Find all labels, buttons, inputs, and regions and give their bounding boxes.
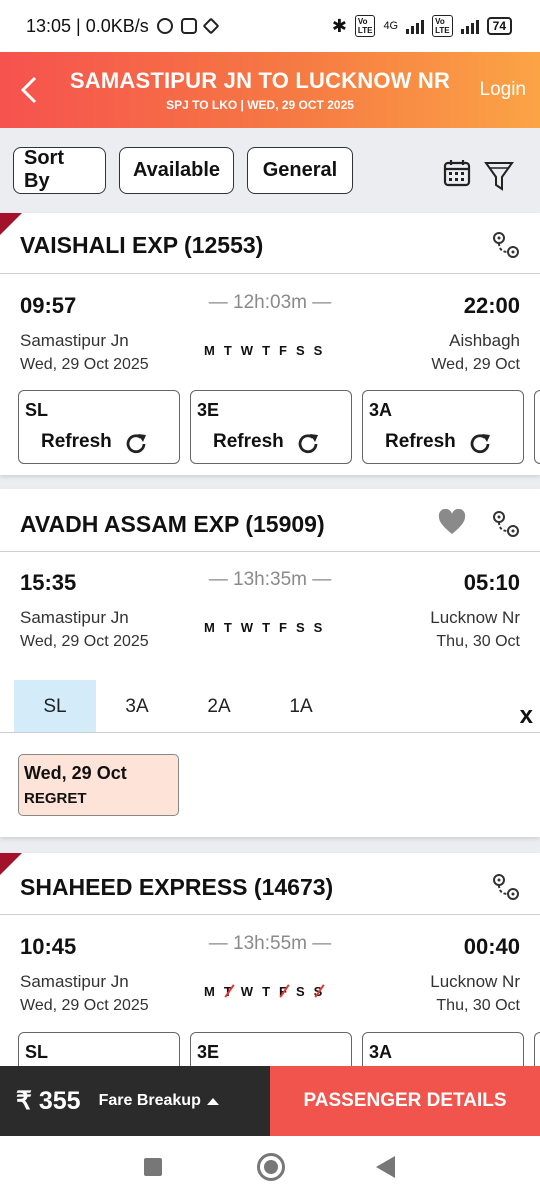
nav-back-icon[interactable] — [376, 1156, 395, 1178]
route-map-icon[interactable] — [490, 872, 520, 902]
booking-footer: ₹ 355 Fare Breakup PASSENGER DETAILS — [0, 1066, 540, 1136]
arrival-date: Thu, 30 Oct — [436, 633, 520, 650]
fare-section[interactable]: ₹ 355 Fare Breakup — [0, 1066, 270, 1136]
from-station: Samastipur Jn — [20, 331, 129, 350]
from-station: Samastipur Jn — [20, 608, 129, 627]
battery-icon: 74 — [486, 17, 512, 35]
divider — [0, 551, 540, 552]
favorite-heart-icon[interactable] — [438, 509, 466, 535]
class-box-sl[interactable]: SL Refresh — [18, 390, 180, 464]
class-box-more[interactable] — [534, 390, 540, 464]
passenger-details-button[interactable]: PASSENGER DETAILS — [270, 1066, 540, 1136]
bluetooth-icon: ✱ — [331, 15, 347, 36]
train-card-shaheed[interactable]: SHAHEED EXPRESS (14673) 10:45 — 13h:55m … — [0, 853, 540, 1106]
to-station: Lucknow Nr — [430, 608, 520, 627]
status-time: 13:05 | 0.0KB/s — [26, 15, 149, 36]
availability-status: REGRET — [24, 790, 87, 807]
corner-ribbon — [0, 853, 22, 875]
signal-icon — [406, 18, 425, 34]
tab-sl[interactable]: SL — [14, 680, 96, 733]
divider — [0, 732, 540, 733]
login-button[interactable]: Login — [480, 79, 527, 101]
volte-icon-2: Vo LTE — [432, 15, 453, 37]
train-name: SHAHEED EXPRESS (14673) — [20, 874, 334, 900]
page-subtitle: SPJ TO LKO | WED, 29 OCT 2025 — [166, 98, 354, 112]
arrival-time: 22:00 — [463, 293, 520, 318]
route-map-icon[interactable] — [490, 230, 520, 260]
home-icon[interactable] — [257, 1153, 285, 1181]
to-station: Lucknow Nr — [430, 972, 520, 991]
volte-icon: Vo LTE — [354, 15, 376, 37]
route-map-icon[interactable] — [490, 509, 520, 539]
from-station: Samastipur Jn — [20, 972, 129, 991]
running-days: MTWTFSS — [204, 984, 323, 999]
class-box-3a[interactable]: 3A Refresh — [362, 390, 524, 464]
departure-date: Wed, 29 Oct 2025 — [20, 633, 149, 650]
page-title: SAMASTIPUR JN TO LUCKNOW NR — [69, 68, 451, 93]
chat-icon — [156, 18, 173, 34]
app-header: SAMASTIPUR JN TO LUCKNOW NR SPJ TO LKO |… — [0, 52, 540, 128]
signal-icon-2 — [460, 18, 479, 34]
close-tabs-button[interactable]: x — [520, 702, 533, 730]
availability-date: Wed, 29 Oct — [24, 763, 127, 783]
recent-apps-icon[interactable] — [144, 1158, 162, 1176]
departure-date: Wed, 29 Oct 2025 — [20, 356, 149, 373]
filter-funnel-icon[interactable] — [484, 159, 514, 193]
running-days: MTWTFSS — [204, 343, 323, 358]
departure-time: 10:45 — [20, 934, 77, 959]
total-fare: ₹ 355 — [16, 1087, 81, 1115]
departure-time: 09:57 — [20, 293, 77, 318]
journey-duration: — 13h:35m — — [208, 569, 332, 590]
running-days: MTWTFSS — [204, 620, 323, 635]
train-name: AVADH ASSAM EXP (15909) — [20, 511, 325, 537]
class-box-3e[interactable]: 3E Refresh — [190, 390, 352, 464]
refresh-icon[interactable] — [467, 431, 493, 457]
journey-duration: — 12h:03m — — [208, 292, 332, 313]
available-filter[interactable]: Available — [119, 146, 234, 194]
arrival-date: Wed, 29 Oct — [431, 356, 520, 373]
general-quota-filter[interactable]: General — [247, 146, 353, 194]
tab-1a[interactable]: 1A — [260, 680, 342, 733]
sort-by-button[interactable]: Sort By — [13, 146, 106, 194]
refresh-icon[interactable] — [123, 431, 149, 457]
back-arrow-icon[interactable] — [18, 76, 40, 104]
status-bar: 13:05 | 0.0KB/s ✱ Vo LTE 4G Vo LTE 74 — [0, 0, 540, 52]
departure-time: 15:35 — [20, 570, 77, 595]
arrival-time: 00:40 — [463, 934, 520, 959]
train-card-vaishali[interactable]: VAISHALI EXP (12553) 09:57 — 12h:03m — 2… — [0, 213, 540, 475]
divider — [0, 914, 540, 915]
availability-box[interactable]: Wed, 29 Oct REGRET — [18, 754, 179, 816]
to-station: Aishbagh — [449, 331, 520, 350]
class-tabs: SL 3A 2A 1A — [14, 680, 342, 733]
train-name: VAISHALI EXP (12553) — [20, 232, 264, 258]
tab-3a[interactable]: 3A — [96, 680, 178, 733]
instagram-icon — [180, 18, 197, 34]
network-type: 4G — [383, 20, 399, 32]
corner-ribbon — [0, 213, 22, 235]
journey-duration: — 13h:55m — — [208, 933, 332, 954]
system-nav-bar — [0, 1136, 540, 1200]
fare-breakup-button[interactable]: Fare Breakup — [99, 1092, 201, 1110]
caret-up-icon[interactable] — [206, 1097, 219, 1105]
divider — [0, 273, 540, 274]
arrival-date: Thu, 30 Oct — [436, 997, 520, 1014]
calendar-icon[interactable] — [443, 159, 471, 187]
tab-2a[interactable]: 2A — [178, 680, 260, 733]
train-card-avadh-assam[interactable]: AVADH ASSAM EXP (15909) 15:35 — 13h:35m … — [0, 489, 540, 837]
arrival-time: 05:10 — [463, 570, 520, 595]
departure-date: Wed, 29 Oct 2025 — [20, 997, 149, 1014]
refresh-icon[interactable] — [295, 431, 321, 457]
layers-icon — [202, 17, 220, 35]
